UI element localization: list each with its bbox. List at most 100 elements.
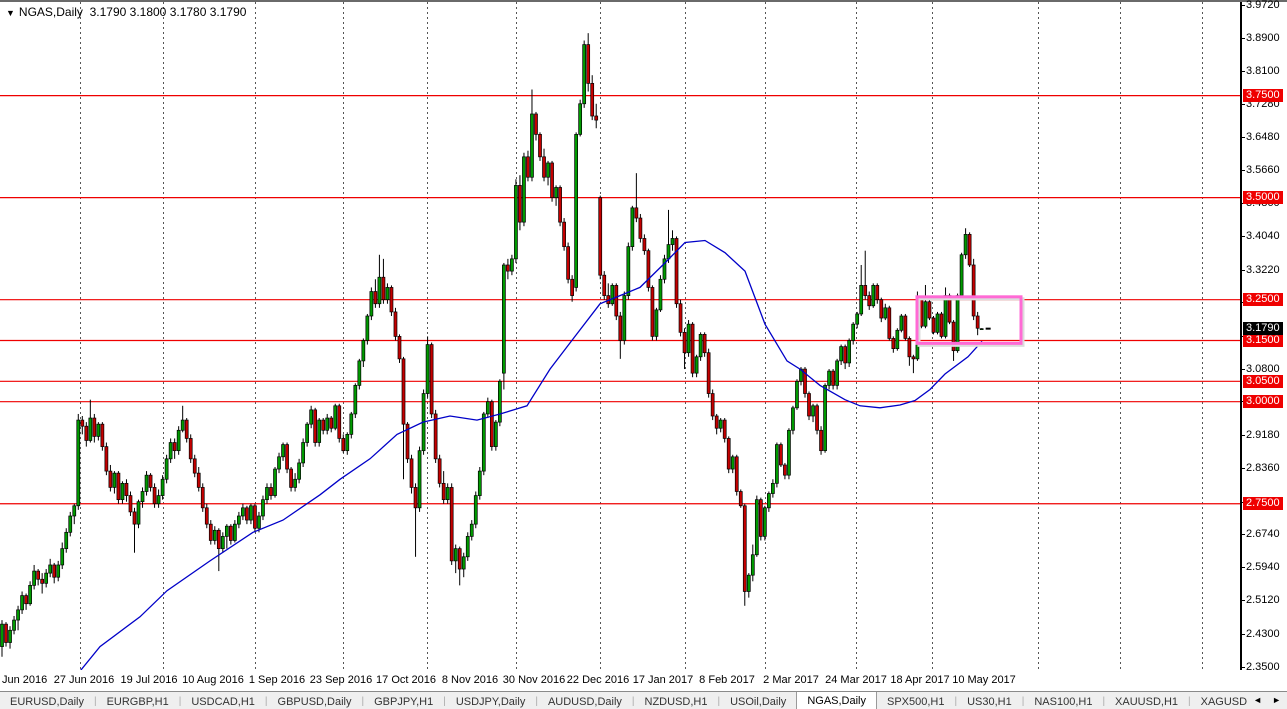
level-price-label: 3.7500 — [1243, 89, 1283, 103]
chart-title: ▼ NGAS,Daily 3.1790 3.1800 3.1780 3.1790 — [6, 5, 246, 19]
tab-usdjpy-daily[interactable]: USDJPY,Daily — [446, 692, 536, 709]
candle — [64, 531, 69, 549]
candle — [249, 505, 253, 521]
candle — [297, 462, 301, 480]
candle — [401, 358, 406, 425]
tab-audusd-daily[interactable]: AUDUSD,Daily — [538, 692, 632, 709]
price-axis[interactable]: 3.97203.89003.81003.72803.64803.56603.48… — [1241, 0, 1287, 673]
candle — [690, 323, 695, 374]
candle — [212, 529, 217, 541]
candle — [895, 329, 900, 350]
candle — [128, 495, 133, 513]
candle — [353, 385, 358, 415]
candle — [441, 482, 446, 501]
candle — [654, 309, 659, 337]
candle — [678, 303, 683, 333]
price-tick-label: 3.3220 — [1242, 263, 1280, 276]
candle — [718, 419, 723, 429]
tab-eurgbp-h1[interactable]: EURGBP,H1 — [97, 692, 179, 709]
candle — [530, 113, 534, 178]
candle — [967, 234, 972, 266]
candle — [554, 187, 558, 198]
candle — [859, 285, 864, 315]
price-tick-label: 3.8100 — [1242, 64, 1280, 77]
candle — [465, 536, 470, 558]
candle — [835, 360, 839, 386]
candle — [72, 505, 77, 517]
candle — [887, 307, 892, 339]
level-price-label: 3.5000 — [1243, 191, 1283, 205]
tabs-scroll-left-icon[interactable]: ◄ — [1253, 693, 1262, 707]
candle — [305, 423, 309, 443]
candle — [68, 515, 73, 533]
tab-nzdusd-h1[interactable]: NZDUSD,H1 — [635, 692, 718, 709]
candle — [815, 405, 819, 431]
price-tick-label: 3.4040 — [1242, 230, 1280, 243]
tab-spx500-h1[interactable]: SPX500,H1 — [877, 692, 954, 709]
date-label: 10 Aug 2016 — [182, 674, 244, 686]
candle — [257, 515, 261, 529]
candle — [574, 134, 578, 288]
candle — [594, 115, 599, 121]
candle — [899, 315, 904, 331]
tab-ngas-daily[interactable]: NGAS,Daily — [796, 692, 877, 709]
candle — [44, 572, 49, 584]
tab-us30-h1[interactable]: US30,H1 — [957, 692, 1022, 709]
candle — [24, 595, 28, 605]
candle — [168, 442, 173, 460]
collapse-triangle-icon[interactable]: ▼ — [6, 8, 15, 18]
candle — [224, 525, 229, 537]
symbol-name: NGAS,Daily — [18, 5, 83, 19]
tab-usdcad-h1[interactable]: USDCAD,H1 — [181, 692, 265, 709]
candle — [767, 493, 771, 509]
candle — [188, 438, 193, 460]
price-tick-label: 2.6740 — [1242, 528, 1280, 541]
candle — [706, 352, 711, 394]
tab-nas100-h1[interactable]: NAS100,H1 — [1024, 692, 1102, 709]
tab-gbpusd-daily[interactable]: GBPUSD,Daily — [268, 692, 362, 709]
chart-area[interactable]: ▼ NGAS,Daily 3.1790 3.1800 3.1780 3.1790 … — [0, 0, 1241, 691]
level-price-label: 3.0500 — [1243, 374, 1283, 388]
candle — [132, 511, 137, 525]
tab-xagusd[interactable]: XAGUSD — [1191, 692, 1257, 709]
candle — [702, 334, 707, 354]
candle — [433, 413, 438, 460]
tab-usoil-daily[interactable]: USOil,Daily — [720, 692, 796, 709]
candle — [120, 482, 125, 501]
candle — [534, 113, 538, 135]
candle — [590, 83, 595, 117]
time-axis[interactable]: 3 Jun 2016 27 Jun 2016 19 Jul 2016 10 Aug 2… — [0, 670, 1241, 691]
candle — [164, 458, 169, 480]
trading-platform-window: ▼ NGAS,Daily 3.1790 3.1800 3.1780 3.1790 … — [0, 0, 1287, 709]
candle — [172, 442, 177, 452]
ohlc-close: 3.1790 — [209, 5, 247, 19]
candle — [975, 315, 980, 329]
candle — [156, 495, 161, 505]
candle — [293, 478, 297, 488]
candle — [582, 44, 587, 105]
candle — [746, 574, 751, 592]
candle — [722, 419, 727, 439]
candle — [20, 595, 24, 611]
candle — [791, 407, 795, 431]
candle — [686, 323, 691, 354]
tab-eurusd-daily[interactable]: EURUSD,Daily — [0, 692, 94, 709]
candle — [148, 474, 153, 488]
date-label: 3 Jun 2016 — [0, 674, 48, 686]
candle — [233, 523, 237, 541]
candle — [754, 499, 759, 556]
candle — [903, 315, 908, 339]
candle — [787, 429, 791, 476]
candle — [273, 468, 277, 496]
candle — [140, 491, 145, 503]
tab-gbpjpy-h1[interactable]: GBPJPY,H1 — [364, 692, 443, 709]
candle — [253, 505, 257, 529]
ohlc-high: 3.1800 — [129, 5, 167, 19]
tab-xauusd-h1[interactable]: XAUUSD,H1 — [1105, 692, 1188, 709]
tabs-scroll-right-icon[interactable]: ► — [1272, 693, 1281, 707]
candle — [618, 315, 623, 341]
chart-canvas[interactable] — [0, 0, 1241, 691]
candle — [610, 285, 615, 305]
candle — [8, 629, 12, 643]
candle — [453, 548, 458, 562]
